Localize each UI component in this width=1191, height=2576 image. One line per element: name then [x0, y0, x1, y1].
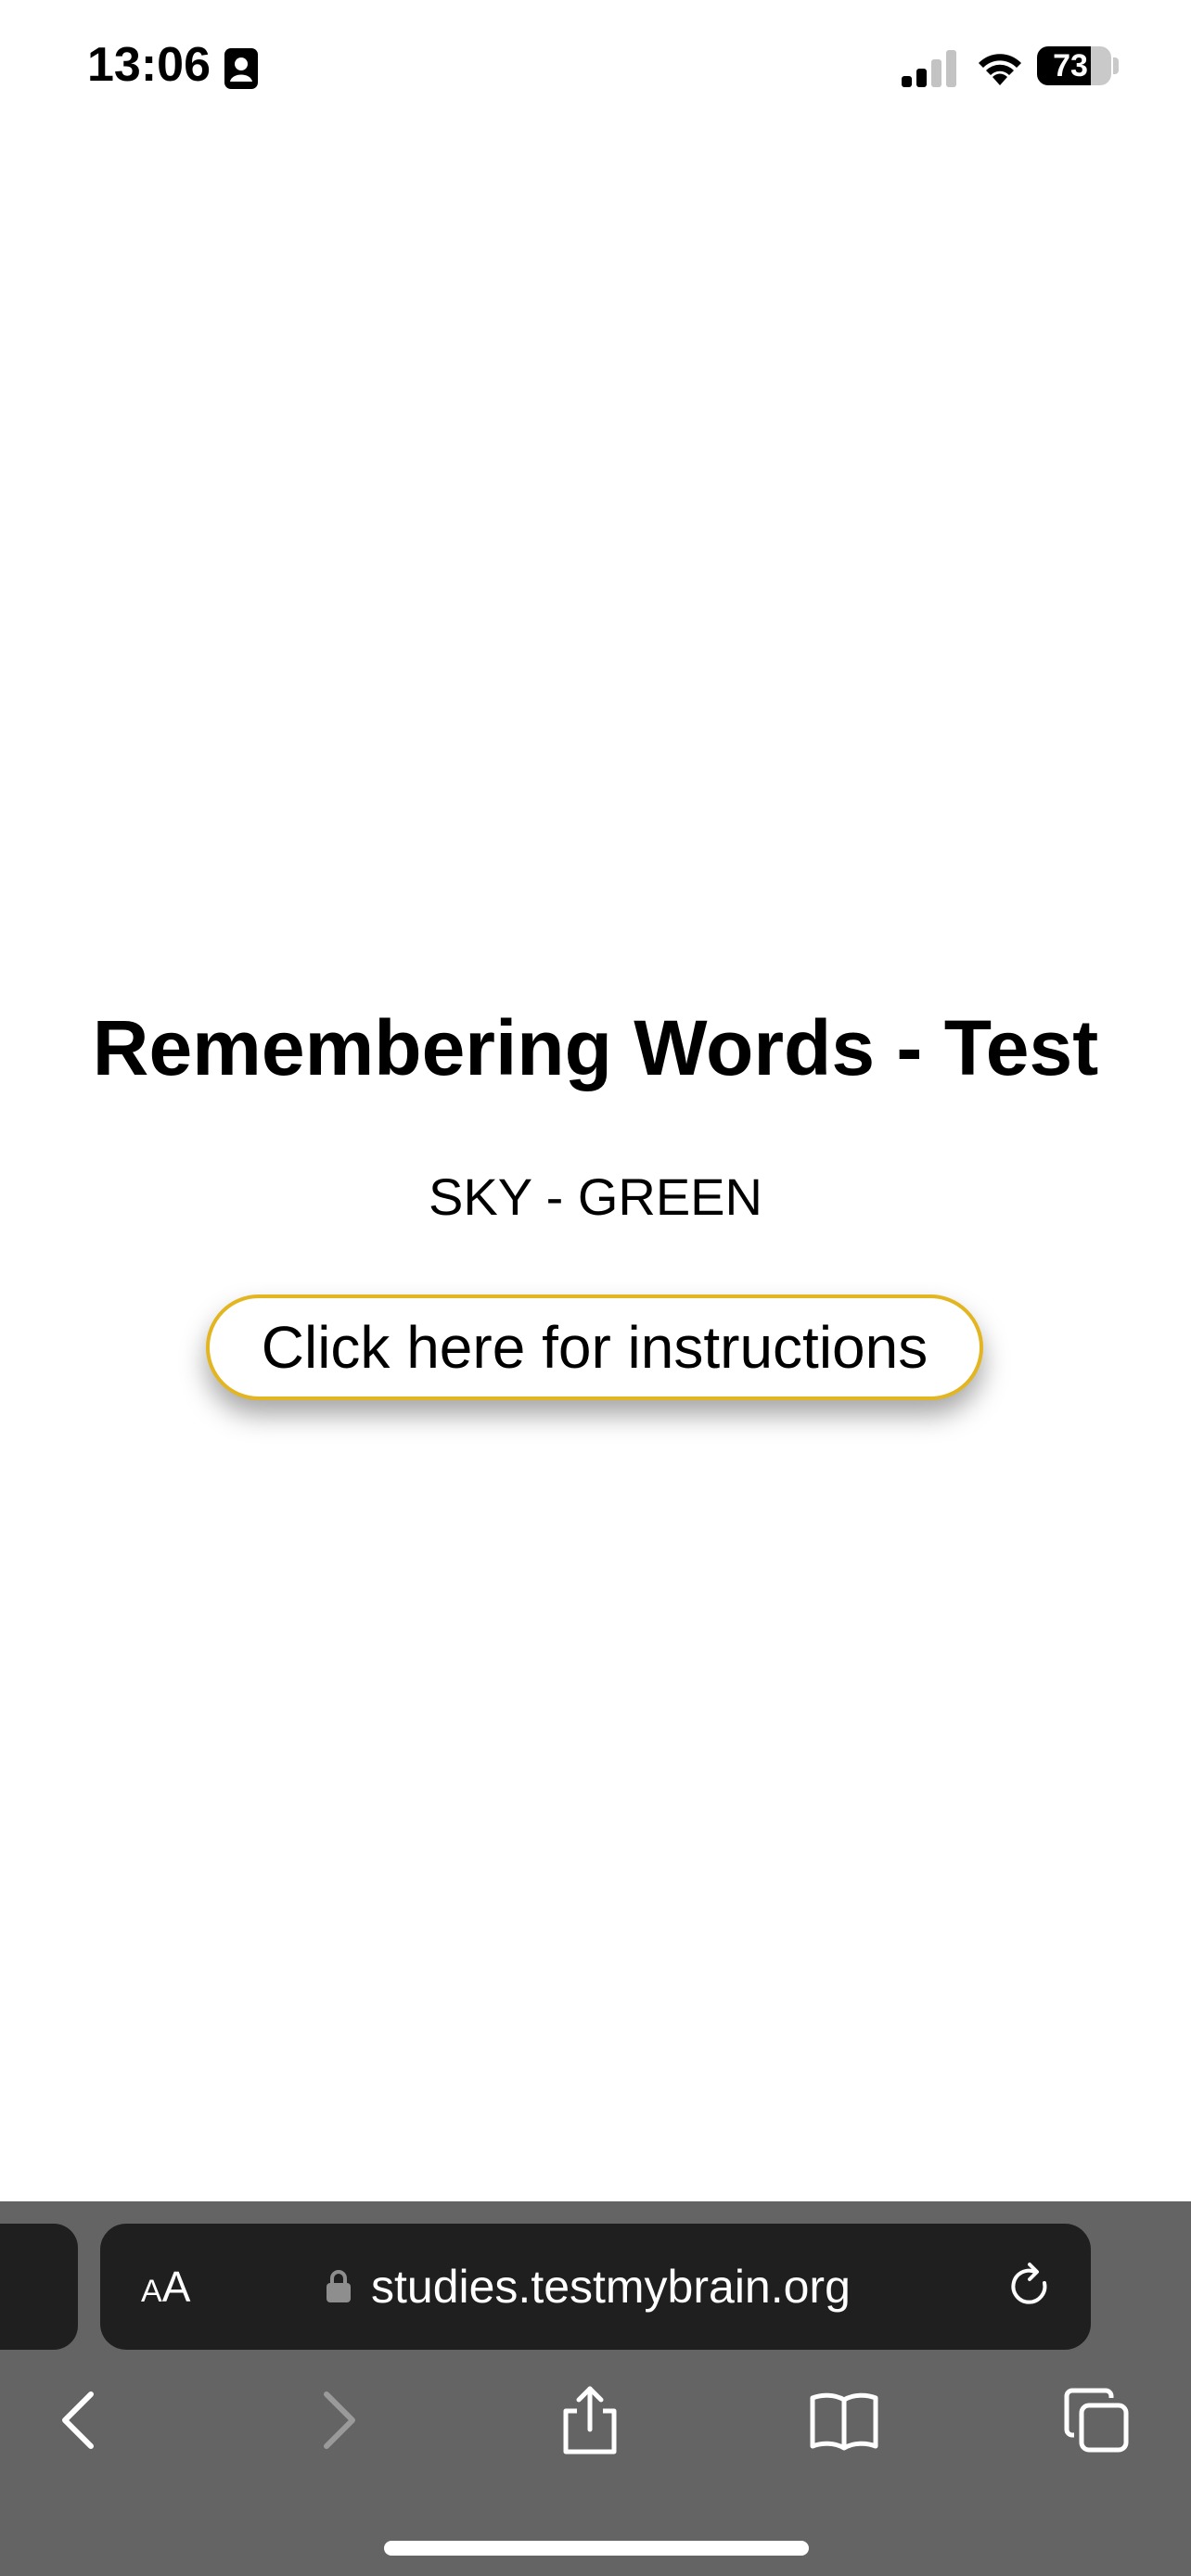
url-text: studies.testmybrain.org	[371, 2261, 851, 2313]
back-icon[interactable]	[43, 2383, 117, 2457]
address-bar[interactable]: AA studies.testmybrain.org	[100, 2224, 1091, 2350]
forward-icon[interactable]	[301, 2383, 375, 2457]
screen: 13:06 73 Remembering Words - Test SKY - …	[0, 0, 1191, 2576]
id-card-icon	[224, 48, 258, 89]
reload-icon[interactable]	[1002, 2259, 1057, 2315]
status-bar: 13:06 73	[0, 0, 1191, 139]
previous-tab-preview[interactable]	[0, 2224, 78, 2350]
cellular-signal-icon	[902, 50, 956, 87]
text-size-button[interactable]: AA	[141, 2257, 190, 2316]
share-icon[interactable]	[553, 2383, 627, 2457]
instructions-button[interactable]: Click here for instructions	[206, 1294, 983, 1400]
tabs-icon[interactable]	[1059, 2383, 1133, 2457]
page-title: Remembering Words - Test	[92, 1004, 1099, 1091]
wifi-icon	[979, 54, 1021, 85]
status-time: 13:06	[87, 38, 211, 92]
word-pair: SKY - GREEN	[429, 1167, 762, 1226]
battery-icon: 73	[1037, 46, 1111, 85]
text-size-small-letter: A	[141, 2274, 162, 2309]
battery-cap	[1113, 57, 1119, 74]
text-size-big-letter: A	[161, 2263, 191, 2311]
battery-level-text: 73	[1053, 48, 1088, 83]
home-indicator[interactable]	[384, 2541, 809, 2556]
lock-icon	[327, 2270, 351, 2302]
bookmarks-icon[interactable]	[807, 2383, 881, 2457]
